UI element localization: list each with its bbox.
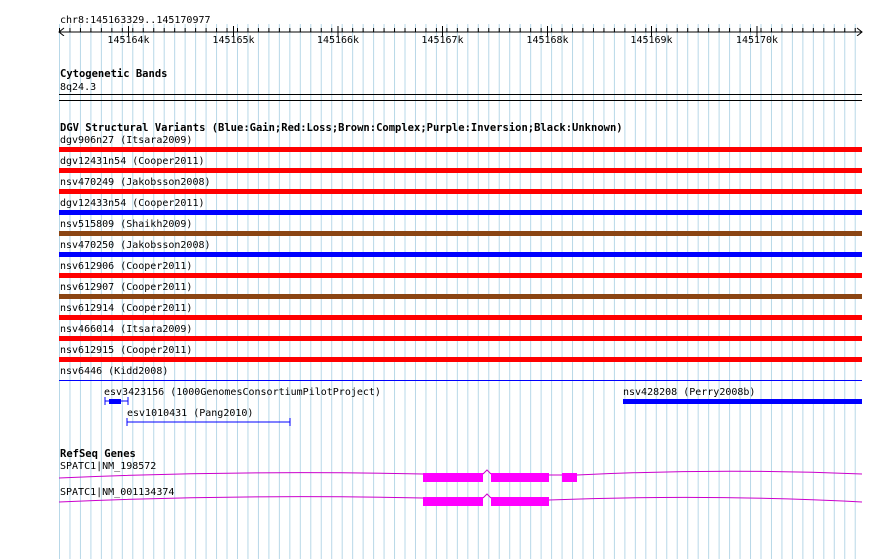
variant-esv1010431-glyph <box>126 418 291 426</box>
variant-label: esv3423156 (1000GenomesConsortiumPilotPr… <box>104 387 381 398</box>
variant-label: dgv12431n54 (Cooper2011) <box>60 156 205 167</box>
variant-bar <box>59 231 862 236</box>
variant-label: dgv12433n54 (Cooper2011) <box>60 198 205 209</box>
variant-label: dgv906n27 (Itsara2009) <box>60 135 193 146</box>
variant-kidd-line <box>59 380 862 381</box>
variant-label: nsv466014 (Itsara2009) <box>60 324 193 335</box>
variant-bar <box>59 315 862 320</box>
variant-label: nsv612914 (Cooper2011) <box>60 303 193 314</box>
variant-label: nsv6446 (Kidd2008) <box>60 366 169 377</box>
ruler-tick-label: 145168k <box>526 35 569 46</box>
ruler-tick-label: 145166k <box>316 35 360 46</box>
cytoband-label: 8q24.3 <box>60 82 97 93</box>
variant-bar <box>59 252 862 257</box>
variant-esv3423156-glyph <box>104 397 129 405</box>
variant-bar <box>59 189 862 194</box>
variant-label: nsv470249 (Jakobsson2008) <box>60 177 211 188</box>
variant-label: nsv515809 (Shaikh2009) <box>60 219 193 230</box>
cytoband-line-bottom <box>59 100 862 101</box>
cytoband-line-top <box>59 94 862 95</box>
variant-bar <box>59 294 862 299</box>
variant-label: nsv428208 (Perry2008b) <box>623 387 756 398</box>
gene-nm198572-model <box>58 469 863 482</box>
ruler-tick-label: 145169k <box>630 35 673 46</box>
variant-label: nsv470250 (Jakobsson2008) <box>60 240 211 251</box>
variant-bar <box>59 336 862 341</box>
variant-nsv428208-bar <box>623 399 862 404</box>
variant-label: nsv612907 (Cooper2011) <box>60 282 193 293</box>
ruler-tick-label: 145165k <box>212 35 255 46</box>
variant-label: nsv612906 (Cooper2011) <box>60 261 193 272</box>
dgv-track-title: DGV Structural Variants (Blue:Gain;Red:L… <box>60 122 623 134</box>
variant-bar <box>59 210 862 215</box>
variant-bar <box>59 357 862 362</box>
variant-bar <box>59 273 862 278</box>
variant-label: nsv612915 (Cooper2011) <box>60 345 193 356</box>
variant-bar <box>59 168 862 173</box>
ruler-tick-label: 145167k <box>421 35 464 46</box>
refseq-track-title: RefSeq Genes <box>60 448 136 460</box>
ruler-tick-label: 145164k <box>107 35 150 46</box>
ruler-tick-label: 145170k <box>735 35 779 46</box>
variant-bar <box>59 147 862 152</box>
gene-nm001134374-model <box>58 493 863 506</box>
cytoband-track-title: Cytogenetic Bands <box>60 68 168 80</box>
